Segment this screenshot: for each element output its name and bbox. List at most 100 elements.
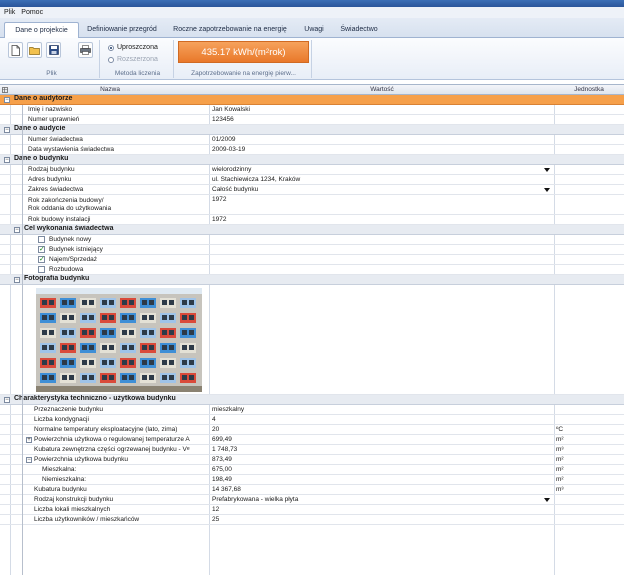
collapse-icon[interactable]: −: [14, 277, 20, 283]
dropdown-arrow-icon[interactable]: [544, 498, 550, 502]
print-button[interactable]: [78, 42, 93, 58]
new-button[interactable]: [8, 42, 23, 58]
property-row: Numer świadectwa 01/2009: [0, 135, 624, 145]
radio-simplified[interactable]: Uproszczona: [108, 44, 158, 51]
property-value[interactable]: 4: [210, 415, 554, 424]
window-title-bar: [0, 0, 624, 7]
property-name: Imię i nazwisko: [28, 105, 73, 113]
property-value[interactable]: 1972: [210, 215, 554, 224]
property-value[interactable]: 1972: [210, 195, 554, 214]
property-value[interactable]: Całość budynku: [210, 185, 554, 194]
collapse-icon[interactable]: −: [4, 97, 10, 103]
property-value[interactable]: ul. Stachiewicza 1234, Kraków: [210, 175, 554, 184]
ribbon-group-method: Uproszczona Rozszerzona Metoda liczenia: [102, 40, 174, 78]
property-name: Liczba kondygnacji: [34, 415, 89, 423]
property-value[interactable]: 14 367,68: [210, 485, 554, 494]
menu-file[interactable]: Plik: [4, 9, 15, 16]
property-unit: ºC: [556, 425, 564, 433]
column-header-value[interactable]: Wartość: [210, 85, 554, 95]
property-name: Rok zakończenia budowy/ Rok oddania do u…: [28, 197, 112, 212]
category-row[interactable]: − Dane o budynku: [0, 155, 624, 165]
property-value[interactable]: 1 748,73: [210, 445, 554, 454]
property-name: Kubatura zewnętrzna części ogrzewanej bu…: [34, 445, 190, 453]
column-header-unit[interactable]: Jednostka: [554, 85, 624, 95]
property-row: Adres budynku ul. Stachiewicza 1234, Krak…: [0, 175, 624, 185]
checkbox-checked[interactable]: ✓: [38, 246, 45, 253]
property-name: Adres budynku: [28, 175, 72, 183]
property-name: Kubatura budynku: [34, 485, 87, 493]
column-header-name[interactable]: Nazwa: [10, 85, 210, 95]
tab-annual-energy[interactable]: Roczne zapotrzebowanie na energię: [166, 22, 294, 38]
ribbon-group-demand-label: Zapotrzebowanie na energię pierw...: [191, 70, 296, 77]
category-label: Charakterystyka techniczno - użytkowa bu…: [14, 395, 176, 403]
property-row: Liczba kondygnacji 4: [0, 415, 624, 425]
open-button[interactable]: [27, 42, 42, 58]
expand-icon[interactable]: −: [26, 457, 32, 463]
radio-extended[interactable]: Rozszerzona: [108, 56, 158, 63]
dropdown-arrow-icon[interactable]: [544, 188, 550, 192]
energy-demand-indicator[interactable]: 435.17 kWh/(m 2 rok): [178, 41, 309, 63]
expand-icon[interactable]: +: [26, 437, 32, 443]
property-unit: m²: [556, 455, 564, 463]
grid-corner-icon[interactable]: [0, 85, 10, 95]
category-row[interactable]: − Dane o audycie: [0, 125, 624, 135]
property-value[interactable]: 2009-03-19: [210, 145, 554, 154]
property-name: Niemieszkalna:: [42, 475, 87, 483]
property-row: Kubatura zewnętrzna części ogrzewanej bu…: [0, 445, 624, 455]
category-row[interactable]: − Dane o audytorze: [0, 95, 624, 105]
checkbox-row: Rozbudowa: [0, 265, 624, 275]
property-value[interactable]: wielorodzinny: [210, 165, 554, 174]
save-icon: [48, 45, 59, 55]
collapse-icon[interactable]: −: [4, 397, 10, 403]
property-name: Rok budowy instalacji: [28, 215, 91, 223]
grid-header: Nazwa Wartość Jednostka: [0, 85, 624, 95]
property-value[interactable]: 699,49: [210, 435, 554, 444]
collapse-icon[interactable]: −: [14, 227, 20, 233]
property-name: Numer uprawnień: [28, 115, 80, 123]
property-row: − Powierzchnia użytkowa budynku 873,49 m²: [0, 455, 624, 465]
property-name: Numer świadectwa: [28, 135, 83, 143]
property-value[interactable]: 675,00: [210, 465, 554, 474]
property-row: Przeznaczenie budynku mieszkalny: [0, 405, 624, 415]
property-value[interactable]: 198,49: [210, 475, 554, 484]
property-unit: m³: [556, 445, 564, 453]
property-value[interactable]: mieszkalny: [210, 405, 554, 414]
category-label: Dane o budynku: [14, 155, 69, 163]
property-value[interactable]: 12: [210, 505, 554, 514]
property-value[interactable]: Prefabrykowana - wielka płyta: [210, 495, 554, 504]
tab-partitions[interactable]: Definiowanie przegród: [82, 22, 162, 38]
category-row[interactable]: − Charakterystyka techniczno - użytkowa b…: [0, 395, 624, 405]
tab-project-data[interactable]: Dane o projekcie: [4, 22, 79, 38]
checkbox-unchecked[interactable]: [38, 236, 45, 243]
tab-notes[interactable]: Uwagi: [298, 22, 330, 38]
save-button[interactable]: [46, 42, 61, 58]
property-unit: m²: [556, 465, 564, 473]
property-value[interactable]: 01/2009: [210, 135, 554, 144]
property-value[interactable]: 20: [210, 425, 554, 434]
category-label: Fotografia budynku: [24, 275, 90, 283]
checkbox-unchecked[interactable]: [38, 266, 45, 273]
dropdown-arrow-icon[interactable]: [544, 168, 550, 172]
property-row: Normalne temperatury eksploatacyjne (lat…: [0, 425, 624, 435]
category-label: Dane o audycie: [14, 125, 66, 133]
property-value[interactable]: 123456: [210, 115, 554, 124]
property-value[interactable]: 873,49: [210, 455, 554, 464]
property-row: Liczba użytkowników / mieszkańców 25: [0, 515, 624, 525]
checkbox-checked[interactable]: ✓: [38, 256, 45, 263]
category-row[interactable]: − Fotografia budynku: [0, 275, 624, 285]
property-row: Zakres świadectwa Całość budynku: [0, 185, 624, 195]
ribbon: Plik Uproszczona Rozszerzona Metoda licz…: [0, 38, 624, 80]
menu-help[interactable]: Pomoc: [21, 9, 43, 16]
tab-certificate[interactable]: Świadectwo: [334, 22, 384, 38]
collapse-icon[interactable]: −: [4, 157, 10, 163]
checkbox-row: ✓ Najem/Sprzedaż: [0, 255, 624, 265]
property-value[interactable]: Jan Kowalski: [210, 105, 554, 114]
property-row: Mieszkalna: 675,00 m²: [0, 465, 624, 475]
collapse-icon[interactable]: −: [4, 127, 10, 133]
ribbon-group-file: Plik: [4, 40, 100, 78]
radio-extended-dot: [108, 56, 114, 63]
property-row: Imię i nazwisko Jan Kowalski: [0, 105, 624, 115]
property-name: Mieszkalna:: [42, 465, 77, 473]
category-row[interactable]: − Cel wykonania świadectwa: [0, 225, 624, 235]
property-value[interactable]: 25: [210, 515, 554, 524]
